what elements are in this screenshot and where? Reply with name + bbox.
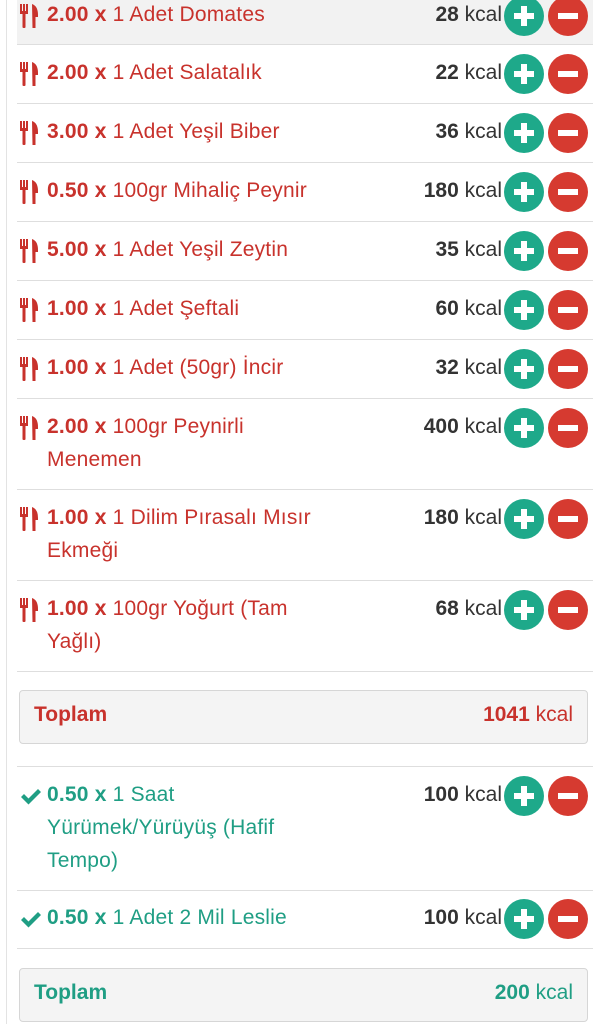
food-row: 3.00 x 1 Adet Yeşil Biber 36 kcal (17, 104, 593, 163)
food-item-kcal: 68 kcal (435, 597, 502, 620)
food-item-kcal: 35 kcal (435, 238, 502, 261)
plus-circle-icon[interactable] (504, 499, 544, 539)
activity-item-kcal: 100 kcal (423, 906, 502, 929)
food-row: 1.00 x 100gr Yoğurt (Tam Yağlı) 68 kcal (17, 581, 593, 672)
food-total-label: Toplam (34, 703, 108, 726)
activity-row: 0.50 x 1 Saat Yürümek/Yürüyüş (Hafif Tem… (17, 766, 593, 891)
fork-knife-icon (20, 357, 40, 381)
food-item-kcal: 22 kcal (435, 61, 502, 84)
fork-knife-icon (20, 62, 40, 86)
checkmark-icon (20, 787, 41, 811)
fork-knife-icon (20, 416, 40, 440)
plus-circle-icon[interactable] (504, 113, 544, 153)
activity-total-value: 200 kcal (494, 981, 573, 1004)
plus-circle-icon[interactable] (504, 590, 544, 630)
food-item-text: 1.00 x 1 Dilim Pırasalı Mısır Ekmeği (47, 506, 311, 562)
minus-circle-icon[interactable] (548, 408, 588, 448)
food-total-box: Toplam 1041 kcal (19, 690, 588, 744)
food-item-kcal: 36 kcal (435, 120, 502, 143)
fork-knife-icon (20, 121, 40, 145)
plus-circle-icon[interactable] (504, 899, 544, 939)
food-item-text: 2.00 x 100gr Peynirli Menemen (47, 415, 244, 471)
food-item-text: 5.00 x 1 Adet Yeşil Zeytin (47, 238, 289, 261)
minus-circle-icon[interactable] (548, 290, 588, 330)
food-row: 1.00 x 1 Dilim Pırasalı Mısır Ekmeği 180… (17, 490, 593, 581)
minus-circle-icon[interactable] (548, 776, 588, 816)
minus-circle-icon[interactable] (548, 899, 588, 939)
minus-circle-icon[interactable] (548, 499, 588, 539)
food-row: 2.00 x 1 Adet Domates 28 kcal (17, 0, 593, 45)
minus-circle-icon[interactable] (548, 231, 588, 271)
minus-circle-icon[interactable] (548, 590, 588, 630)
activity-total-label: Toplam (34, 981, 108, 1004)
plus-circle-icon[interactable] (504, 172, 544, 212)
calorie-list: 2.00 x 1 Adet Domates 28 kcal 2.00 x 1 A… (6, 0, 593, 1024)
food-item-text: 0.50 x 100gr Mihaliç Peynir (47, 179, 307, 202)
plus-circle-icon[interactable] (504, 54, 544, 94)
activity-row: 0.50 x 1 Adet 2 Mil Leslie 100 kcal (17, 890, 593, 949)
minus-circle-icon[interactable] (548, 113, 588, 153)
food-item-text: 1.00 x 100gr Yoğurt (Tam Yağlı) (47, 597, 288, 653)
food-item-text: 3.00 x 1 Adet Yeşil Biber (47, 120, 280, 143)
food-item-kcal: 180 kcal (423, 179, 502, 202)
plus-circle-icon[interactable] (504, 290, 544, 330)
minus-circle-icon[interactable] (548, 349, 588, 389)
fork-knife-icon (20, 4, 40, 28)
activity-total-box: Toplam 200 kcal (19, 968, 588, 1022)
food-item-text: 2.00 x 1 Adet Domates (47, 3, 265, 26)
food-item-kcal: 32 kcal (435, 356, 502, 379)
minus-circle-icon[interactable] (548, 0, 588, 36)
food-item-text: 2.00 x 1 Adet Salatalık (47, 61, 262, 84)
plus-circle-icon[interactable] (504, 776, 544, 816)
fork-knife-icon (20, 598, 40, 622)
food-item-kcal: 180 kcal (423, 506, 502, 529)
minus-circle-icon[interactable] (548, 54, 588, 94)
activity-item-kcal: 100 kcal (423, 783, 502, 806)
activity-item-text: 0.50 x 1 Adet 2 Mil Leslie (47, 906, 287, 929)
food-item-text: 1.00 x 1 Adet (50gr) İncir (47, 356, 284, 379)
fork-knife-icon (20, 180, 40, 204)
plus-circle-icon[interactable] (504, 408, 544, 448)
activity-item-text: 0.50 x 1 Saat Yürümek/Yürüyüş (Hafif Tem… (47, 783, 275, 872)
food-row: 1.00 x 1 Adet (50gr) İncir 32 kcal (17, 340, 593, 399)
food-row: 1.00 x 1 Adet Şeftali 60 kcal (17, 281, 593, 340)
plus-circle-icon[interactable] (504, 231, 544, 271)
food-item-text: 1.00 x 1 Adet Şeftali (47, 297, 240, 320)
food-item-kcal: 60 kcal (435, 297, 502, 320)
food-row: 0.50 x 100gr Mihaliç Peynir 180 kcal (17, 163, 593, 222)
minus-circle-icon[interactable] (548, 172, 588, 212)
food-total-value: 1041 kcal (483, 703, 573, 726)
food-item-kcal: 400 kcal (423, 415, 502, 438)
fork-knife-icon (20, 507, 40, 531)
food-row: 5.00 x 1 Adet Yeşil Zeytin 35 kcal (17, 222, 593, 281)
food-row: 2.00 x 1 Adet Salatalık 22 kcal (17, 45, 593, 104)
fork-knife-icon (20, 239, 40, 263)
fork-knife-icon (20, 298, 40, 322)
plus-circle-icon[interactable] (504, 0, 544, 36)
food-item-kcal: 28 kcal (435, 3, 502, 26)
plus-circle-icon[interactable] (504, 349, 544, 389)
food-row: 2.00 x 100gr Peynirli Menemen 400 kcal (17, 399, 593, 490)
checkmark-icon (20, 910, 41, 934)
